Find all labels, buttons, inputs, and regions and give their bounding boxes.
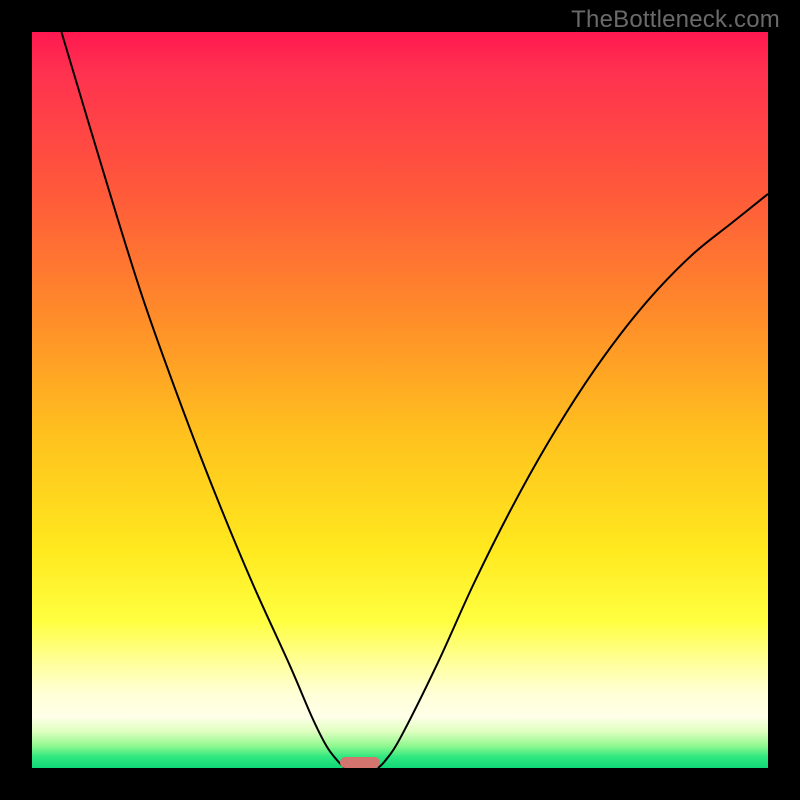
left-curve <box>61 32 344 768</box>
chart-curves-svg <box>32 32 768 768</box>
bottleneck-marker <box>340 757 380 768</box>
right-curve <box>378 194 768 768</box>
watermark-text: TheBottleneck.com <box>571 6 780 34</box>
chart-plot-area <box>32 32 768 768</box>
